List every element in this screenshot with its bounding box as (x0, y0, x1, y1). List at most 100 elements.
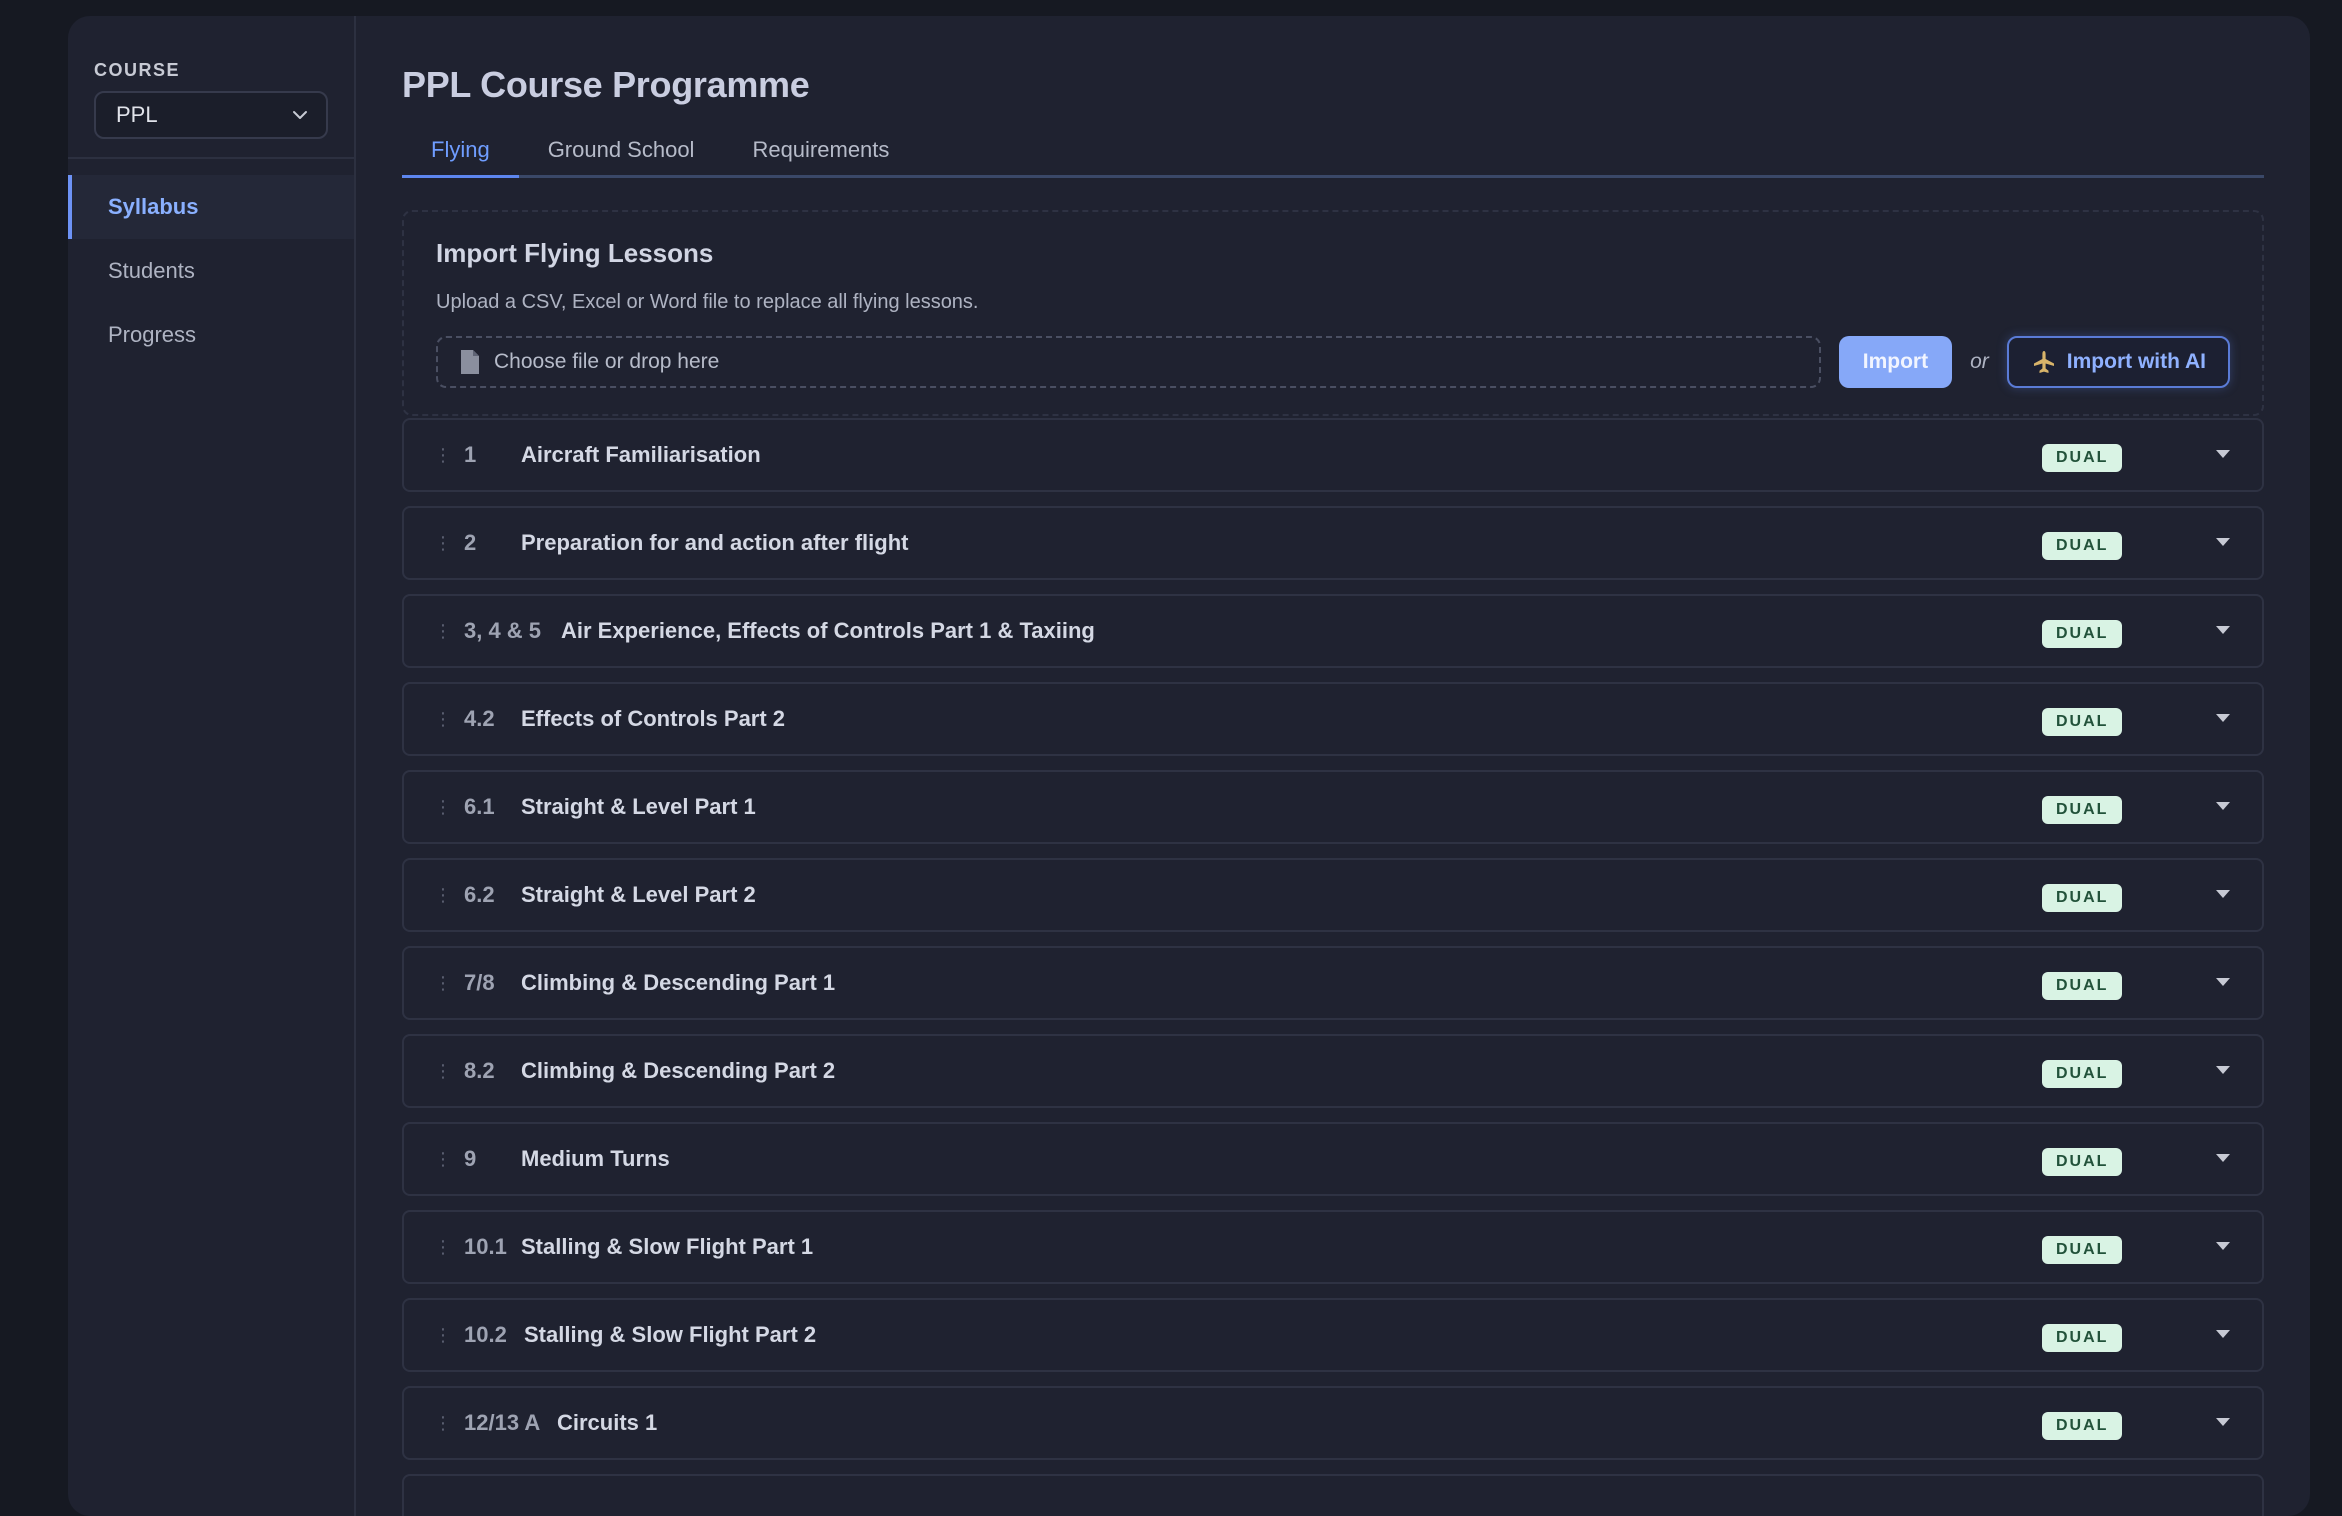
import-with-ai-button[interactable]: Import with AI (2006, 336, 2230, 388)
lesson-title: Stalling & Slow Flight Part 1 (521, 1234, 814, 1259)
sidebar-item-students[interactable]: Students (68, 239, 354, 303)
lesson-row[interactable]: ⋮ 6.2 Straight & Level Part 2 DUAL (402, 858, 2264, 932)
drag-handle-icon[interactable]: ⋮ (404, 1150, 452, 1168)
lesson-row[interactable]: ⋮ 1 Aircraft Familiarisation DUAL (402, 418, 2264, 492)
expand-caret-icon[interactable] (2216, 890, 2230, 898)
airplane-icon (2033, 351, 2054, 373)
lesson-title: Straight & Level Part 2 (521, 882, 756, 907)
drag-handle-icon[interactable]: ⋮ (404, 1326, 452, 1344)
main-content: PPL Course Programme Flying Ground Schoo… (356, 16, 2310, 1516)
drag-handle-icon[interactable]: ⋮ (404, 1414, 452, 1432)
dropzone-text: Choose file or drop here (494, 350, 720, 373)
lesson-row[interactable]: ⋮ 6.1 Straight & Level Part 1 DUAL (402, 770, 2264, 844)
file-dropzone[interactable]: Choose file or drop here (436, 336, 1821, 388)
lesson-title: Climbing & Descending Part 1 (521, 970, 836, 995)
drag-handle-icon[interactable]: ⋮ (404, 974, 452, 992)
lesson-title: Preparation for and action after flight (521, 530, 909, 555)
lesson-row[interactable]: ⋮ 3, 4 & 5 Air Experience, Effects of Co… (402, 594, 2264, 668)
or-text: or (1970, 350, 1989, 373)
drag-handle-icon[interactable]: ⋮ (404, 886, 452, 904)
lesson-type-badge: DUAL (2042, 620, 2123, 648)
lesson-number: 7/8 (464, 970, 495, 995)
expand-caret-icon[interactable] (2216, 1330, 2230, 1338)
lesson-number: 6.2 (464, 882, 495, 907)
lesson-number: 6.1 (464, 794, 495, 819)
lesson-row[interactable]: ⋮ 8.2 Climbing & Descending Part 2 DUAL (402, 1034, 2264, 1108)
course-select[interactable]: PPL (94, 91, 328, 139)
lesson-type-badge: DUAL (2042, 972, 2123, 1000)
import-with-ai-label: Import with AI (2066, 350, 2206, 373)
lesson-title: Stalling & Slow Flight Part 2 (524, 1322, 817, 1347)
lesson-type-badge: DUAL (2042, 1060, 2123, 1088)
expand-caret-icon[interactable] (2216, 1418, 2230, 1426)
lesson-type-badge: DUAL (2042, 796, 2123, 824)
lesson-type-badge: DUAL (2042, 1148, 2123, 1176)
sidebar-nav: Syllabus Students Progress (68, 159, 354, 367)
drag-handle-icon[interactable]: ⋮ (404, 622, 452, 640)
lesson-row[interactable]: ⋮ 12/13 A Circuits 1 DUAL (402, 1386, 2264, 1460)
import-title: Import Flying Lessons (436, 238, 714, 268)
lesson-number: 9 (464, 1146, 477, 1171)
lesson-row-partial[interactable] (402, 1474, 2264, 1516)
drag-handle-icon[interactable]: ⋮ (404, 710, 452, 728)
lesson-title: Medium Turns (521, 1146, 670, 1171)
import-row: Choose file or drop here Import or Impor… (436, 336, 2230, 388)
drag-handle-icon[interactable]: ⋮ (404, 1238, 452, 1256)
course-select-value: PPL (116, 102, 158, 127)
lesson-list: ⋮ 1 Aircraft Familiarisation DUAL ⋮ 2 Pr… (402, 418, 2264, 1516)
lesson-title: Air Experience, Effects of Controls Part… (561, 618, 1095, 643)
expand-caret-icon[interactable] (2216, 1066, 2230, 1074)
tab-ground-school[interactable]: Ground School (519, 124, 724, 175)
lesson-type-badge: DUAL (2042, 444, 2123, 472)
expand-caret-icon[interactable] (2216, 1242, 2230, 1250)
lesson-type-badge: DUAL (2042, 1236, 2123, 1264)
expand-caret-icon[interactable] (2216, 626, 2230, 634)
lesson-title: Circuits 1 (557, 1410, 658, 1435)
expand-caret-icon[interactable] (2216, 978, 2230, 986)
lesson-number: 4.2 (464, 706, 495, 731)
expand-caret-icon[interactable] (2216, 802, 2230, 810)
file-icon (461, 350, 479, 374)
sidebar: COURSE PPL Syllabus Students Progress (68, 16, 356, 1516)
lesson-row[interactable]: ⋮ 7/8 Climbing & Descending Part 1 DUAL (402, 946, 2264, 1020)
expand-caret-icon[interactable] (2216, 450, 2230, 458)
import-description: Upload a CSV, Excel or Word file to repl… (436, 291, 979, 313)
lesson-number: 2 (464, 530, 477, 555)
drag-handle-icon[interactable]: ⋮ (404, 1062, 452, 1080)
expand-caret-icon[interactable] (2216, 538, 2230, 546)
chevron-down-icon (293, 111, 307, 119)
import-panel: Import Flying Lessons Upload a CSV, Exce… (402, 210, 2264, 416)
lesson-type-badge: DUAL (2042, 708, 2123, 736)
sidebar-item-progress[interactable]: Progress (68, 303, 354, 367)
drag-handle-icon[interactable]: ⋮ (404, 798, 452, 816)
expand-caret-icon[interactable] (2216, 1154, 2230, 1162)
page-title: PPL Course Programme (402, 64, 810, 105)
lesson-row[interactable]: ⋮ 9 Medium Turns DUAL (402, 1122, 2264, 1196)
lesson-number: 1 (464, 442, 477, 467)
tab-requirements[interactable]: Requirements (723, 124, 918, 175)
lesson-type-badge: DUAL (2042, 532, 2123, 560)
lesson-row[interactable]: ⋮ 10.1 Stalling & Slow Flight Part 1 DUA… (402, 1210, 2264, 1284)
lesson-title: Climbing & Descending Part 2 (521, 1058, 836, 1083)
lesson-number: 3, 4 & 5 (464, 618, 542, 643)
lesson-number: 12/13 A (464, 1410, 541, 1435)
lesson-number: 8.2 (464, 1058, 495, 1083)
expand-caret-icon[interactable] (2216, 714, 2230, 722)
drag-handle-icon[interactable]: ⋮ (404, 534, 452, 552)
tab-flying[interactable]: Flying (402, 124, 519, 178)
import-button[interactable]: Import (1838, 336, 1953, 388)
lesson-row[interactable]: ⋮ 2 Preparation for and action after fli… (402, 506, 2264, 580)
lesson-type-badge: DUAL (2042, 1412, 2123, 1440)
lesson-row[interactable]: ⋮ 4.2 Effects of Controls Part 2 DUAL (402, 682, 2264, 756)
lesson-title: Effects of Controls Part 2 (521, 706, 786, 731)
lesson-number: 10.2 (464, 1322, 507, 1347)
tab-bar: Flying Ground School Requirements (402, 124, 2264, 178)
app-window: COURSE PPL Syllabus Students Progress PP… (68, 16, 2310, 1516)
lesson-type-badge: DUAL (2042, 884, 2123, 912)
drag-handle-icon[interactable]: ⋮ (404, 446, 452, 464)
sidebar-item-syllabus[interactable]: Syllabus (68, 175, 354, 239)
course-label: COURSE (94, 60, 181, 80)
lesson-number: 10.1 (464, 1234, 507, 1259)
lesson-row[interactable]: ⋮ 10.2 Stalling & Slow Flight Part 2 DUA… (402, 1298, 2264, 1372)
course-selector-block: COURSE PPL (68, 16, 354, 159)
